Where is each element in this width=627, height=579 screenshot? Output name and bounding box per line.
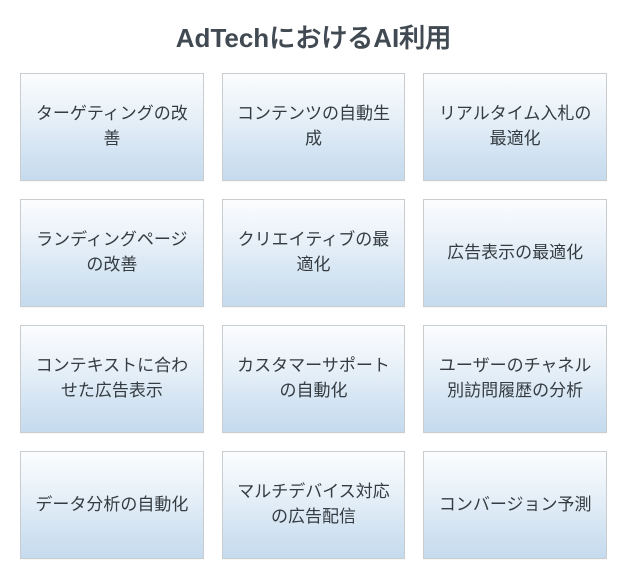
tile-item: マルチデバイス対応の広告配信 <box>222 451 406 559</box>
tile-item: コンバージョン予測 <box>423 451 607 559</box>
tile-item: 広告表示の最適化 <box>423 199 607 307</box>
tile-item: リアルタイム入札の最適化 <box>423 73 607 181</box>
tile-grid: ターゲティングの改善 コンテンツの自動生成 リアルタイム入札の最適化 ランディン… <box>20 73 607 559</box>
tile-item: ユーザーのチャネル別訪問履歴の分析 <box>423 325 607 433</box>
page-title: AdTechにおけるAI利用 <box>20 18 607 55</box>
tile-item: コンテンツの自動生成 <box>222 73 406 181</box>
tile-item: ターゲティングの改善 <box>20 73 204 181</box>
tile-item: クリエイティブの最適化 <box>222 199 406 307</box>
tile-item: ランディングページの改善 <box>20 199 204 307</box>
tile-item: データ分析の自動化 <box>20 451 204 559</box>
tile-item: コンテキストに合わせた広告表示 <box>20 325 204 433</box>
tile-item: カスタマーサポートの自動化 <box>222 325 406 433</box>
